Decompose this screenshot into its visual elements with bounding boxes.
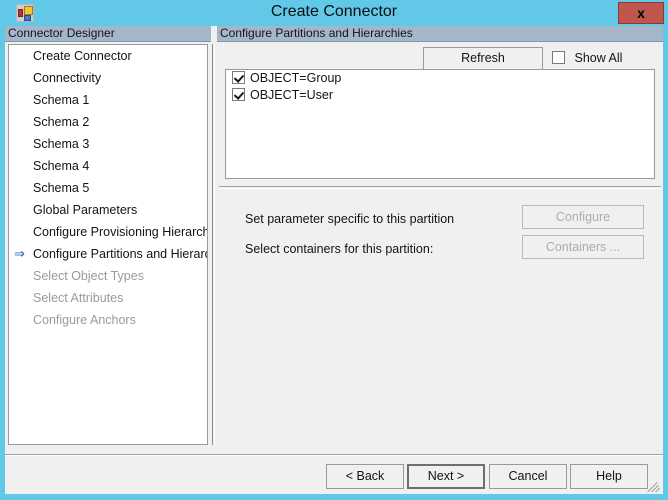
wizard-step-tree[interactable]: Create Connector Connectivity Schema 1 Sche…	[8, 44, 208, 445]
resize-grip-icon[interactable]	[647, 478, 661, 492]
wizard-step-item[interactable]: Schema 2	[9, 111, 207, 133]
wizard-step-label: Select Attributes	[33, 291, 124, 305]
section-divider	[219, 186, 661, 189]
back-button[interactable]: < Back	[326, 464, 404, 489]
wizard-step-label: Select Object Types	[33, 269, 144, 283]
title-bar[interactable]: Create Connector x	[0, 0, 668, 26]
partition-checkbox[interactable]	[232, 88, 245, 101]
show-all-checkbox[interactable]: Show All	[552, 51, 622, 67]
window-title: Create Connector	[270, 3, 398, 20]
show-all-checkbox-box[interactable]	[552, 51, 565, 64]
wizard-step-item[interactable]: Global Parameters	[9, 199, 207, 221]
left-pane-header: Connector Designer	[5, 26, 211, 42]
wizard-step-item[interactable]: ⇒ Configure Partitions and Hierarchies	[9, 243, 207, 265]
dialog-footer: < Back Next > Cancel Help	[5, 456, 663, 494]
wizard-step-label: Connectivity	[33, 71, 102, 85]
wizard-step-label: Schema 3	[33, 137, 90, 151]
create-connector-dialog: Create Connector x Connector Designer Cr…	[0, 0, 668, 500]
partition-label: OBJECT=User	[250, 88, 334, 102]
wizard-step-label: Schema 2	[33, 115, 90, 129]
wizard-step-item: Select Object Types	[9, 265, 207, 287]
partition-label: OBJECT=Group	[250, 71, 342, 85]
help-button[interactable]: Help	[570, 464, 648, 489]
wizard-step-item[interactable]: Schema 5	[9, 177, 207, 199]
wizard-step-label: Create Connector	[33, 49, 132, 63]
wizard-step-label: Schema 5	[33, 181, 90, 195]
wizard-step-item[interactable]: Schema 4	[9, 155, 207, 177]
wizard-step-item[interactable]: Schema 3	[9, 133, 207, 155]
partition-list[interactable]: OBJECT=Group OBJECT=User	[225, 69, 655, 179]
show-all-label: Show All	[574, 51, 623, 65]
cancel-button[interactable]: Cancel	[489, 464, 567, 489]
refresh-button[interactable]: Refresh	[423, 47, 543, 70]
splitter-bar[interactable]	[212, 44, 215, 445]
dialog-client-area: Connector Designer Create Connector Conne…	[5, 26, 663, 494]
wizard-step-item: Select Attributes	[9, 287, 207, 309]
wizard-step-item: Configure Anchors	[9, 309, 207, 331]
wizard-step-item[interactable]: Schema 1	[9, 89, 207, 111]
configure-partitions-pane: Configure Partitions and Hierarchies art…	[217, 26, 663, 449]
wizard-step-label: Schema 1	[33, 93, 90, 107]
wizard-step-item[interactable]: Connectivity	[9, 67, 207, 89]
right-pane-header: Configure Partitions and Hierarchies	[217, 26, 663, 42]
set-parameter-label: Set parameter specific to this partition	[245, 212, 455, 226]
partition-list-item[interactable]: OBJECT=User	[226, 87, 654, 104]
next-button[interactable]: Next >	[407, 464, 485, 489]
select-containers-label: Select containers for this partition:	[245, 242, 434, 256]
partition-settings-section: Set parameter specific to this partition…	[217, 190, 663, 449]
partition-checkbox[interactable]	[232, 71, 245, 84]
wizard-step-label: Configure Provisioning Hierarchy	[33, 225, 208, 239]
wizard-step-item[interactable]: Configure Provisioning Hierarchy	[9, 221, 207, 243]
right-arrow-icon: ⇒	[14, 246, 25, 261]
close-button[interactable]: x	[618, 2, 664, 24]
wizard-step-item[interactable]: Create Connector	[9, 45, 207, 67]
wizard-step-label: Global Parameters	[33, 203, 138, 217]
wizard-step-label: Schema 4	[33, 159, 90, 173]
wizard-step-label: Configure Anchors	[33, 313, 136, 327]
wizard-step-label: Configure Partitions and Hierarchies	[33, 247, 207, 261]
connector-designer-pane: Connector Designer Create Connector Conne…	[5, 26, 211, 449]
containers-button[interactable]: Containers ...	[522, 235, 644, 259]
configure-button[interactable]: Configure	[522, 205, 644, 229]
partition-list-item[interactable]: OBJECT=Group	[226, 70, 654, 87]
